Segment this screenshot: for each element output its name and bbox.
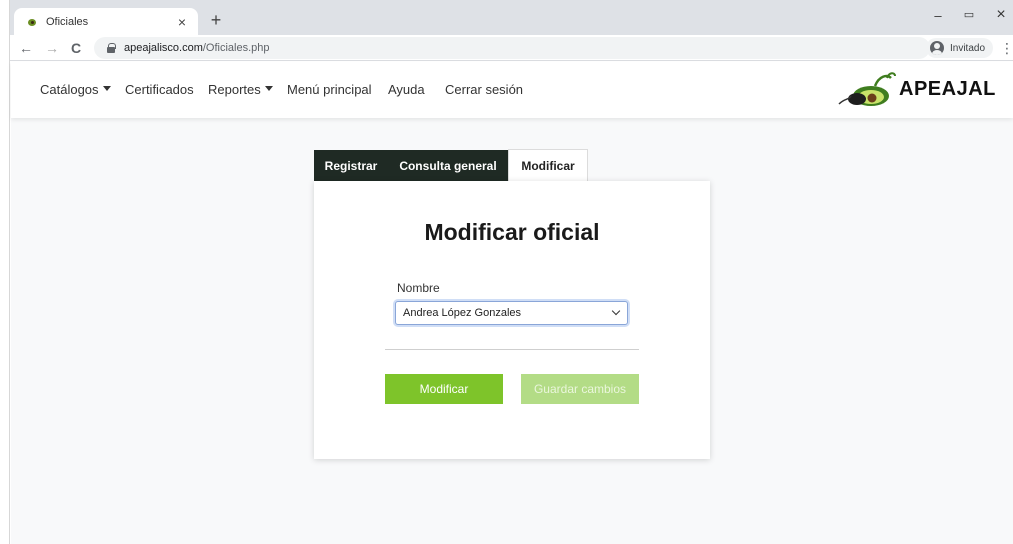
close-window-button[interactable]: × — [989, 6, 1013, 24]
nav-menu-principal[interactable]: Menú principal — [287, 82, 372, 97]
avatar-icon — [930, 41, 944, 55]
chevron-down-icon — [607, 303, 627, 323]
caret-down-icon — [102, 86, 111, 92]
nav-catalogos-label: Catálogos — [40, 82, 99, 97]
page-content: Catálogos Certificados Reportes Menú pri… — [11, 62, 1013, 544]
avocado-favicon-icon — [26, 16, 38, 28]
form-divider — [385, 349, 639, 350]
restore-button[interactable]: ▭ — [957, 8, 981, 21]
nav-cerrar-sesion[interactable]: Cerrar sesión — [445, 82, 523, 97]
reload-button[interactable]: C — [66, 38, 86, 58]
site-navbar: Catálogos Certificados Reportes Menú pri… — [11, 62, 1013, 118]
new-tab-button[interactable]: + — [206, 11, 226, 31]
apeajal-logo[interactable]: APEAJAL — [835, 68, 995, 110]
nav-reportes[interactable]: Reportes — [208, 82, 273, 97]
address-bar[interactable]: apeajalisco.com/Oficiales.php — [94, 37, 930, 59]
page-title: Modificar oficial — [424, 219, 600, 245]
nombre-select[interactable]: Andrea López Gonzales — [395, 301, 628, 325]
nav-catalogos[interactable]: Catálogos — [40, 82, 111, 97]
avocado-logo-icon — [838, 72, 896, 106]
lock-icon — [106, 43, 116, 53]
nombre-select-value: Andrea López Gonzales — [403, 307, 522, 319]
close-tab-icon[interactable]: × — [174, 14, 190, 30]
caret-down-icon — [264, 86, 273, 92]
browser-tab[interactable]: Oficiales × — [14, 8, 198, 35]
profile-button[interactable]: Invitado — [926, 38, 994, 58]
guardar-cambios-button[interactable]: Guardar cambios — [521, 374, 639, 404]
modify-form-card: Modificar oficial Nombre Andrea López Go… — [314, 181, 710, 459]
nombre-label: Nombre — [397, 281, 440, 295]
minimize-button[interactable]: – — [926, 8, 950, 23]
tab-modificar[interactable]: Modificar — [508, 149, 588, 182]
tab-title: Oficiales — [46, 15, 89, 28]
tab-strip: Oficiales × + – ▭ × — [0, 0, 1013, 35]
address-toolbar: ← → C apeajalisco.com/Oficiales.php Invi… — [10, 35, 1013, 61]
nav-reportes-label: Reportes — [208, 82, 261, 97]
nav-ayuda[interactable]: Ayuda — [388, 82, 425, 97]
nav-certificados[interactable]: Certificados — [125, 82, 194, 97]
browser-menu-icon[interactable]: ⋮ — [1000, 38, 1013, 58]
modificar-button[interactable]: Modificar — [385, 374, 503, 404]
forward-button[interactable]: → — [42, 38, 62, 58]
url-path: /Oficiales.php — [202, 42, 270, 54]
url-host: apeajalisco.com — [124, 42, 203, 54]
back-button[interactable]: ← — [16, 38, 36, 58]
profile-label: Invitado — [950, 42, 986, 54]
logo-text: APEAJAL — [899, 78, 996, 100]
tab-registrar[interactable]: Registrar — [314, 150, 388, 181]
tab-consulta-general[interactable]: Consulta general — [388, 150, 508, 181]
window-left-edge — [0, 0, 10, 544]
browser-window: Oficiales × + – ▭ × ← → C apeajalisco.co… — [0, 0, 1013, 544]
